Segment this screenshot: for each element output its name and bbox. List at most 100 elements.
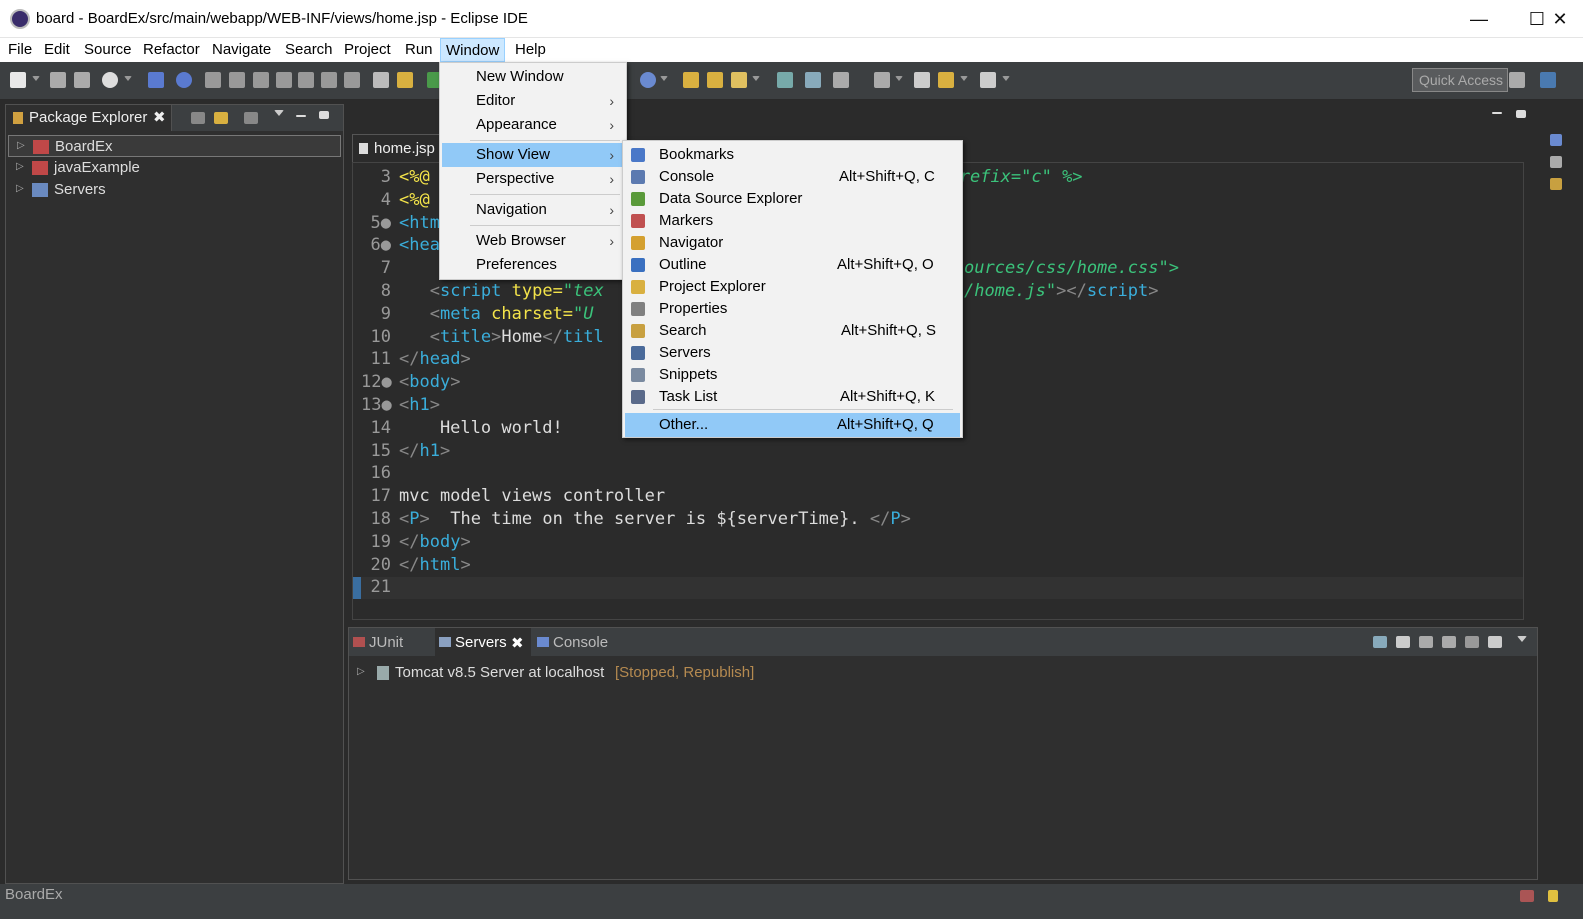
collapse-all-icon[interactable] [191,112,205,124]
tab-console[interactable]: Console [533,628,623,656]
expand-icon[interactable]: ▷ [16,161,24,172]
maximize-icon[interactable] [319,111,329,119]
use-step-filters-icon[interactable] [397,72,413,88]
focus-icon[interactable] [244,112,258,124]
search-icon[interactable] [731,72,747,88]
chevron-down-icon[interactable] [1002,76,1010,82]
menu-item-markers[interactable]: Markers [625,209,960,233]
menu-search[interactable]: Search [280,38,338,62]
show-whitespace-icon[interactable] [833,72,849,88]
menu-item-outline[interactable]: Outline Alt+Shift+Q, O [625,253,960,277]
build-icon[interactable] [148,72,164,88]
globe-icon[interactable] [640,72,656,88]
save-icon[interactable] [50,72,66,88]
debug-server-icon[interactable] [1373,636,1387,648]
save-all-icon[interactable] [74,72,90,88]
problems-icon[interactable] [1550,178,1562,190]
menu-item-properties[interactable]: Properties [625,297,960,321]
tip-icon[interactable] [1548,890,1558,902]
profile-server-icon[interactable] [1442,636,1456,648]
line-number[interactable]: 5● [361,213,391,233]
menu-item-data-source-explorer[interactable]: Data Source Explorer [625,187,960,211]
chevron-down-icon[interactable] [752,76,760,82]
menu-navigate[interactable]: Navigate [207,38,276,62]
new-icon[interactable] [10,72,26,88]
line-number[interactable]: 13● [361,395,392,415]
close-window-button[interactable]: ✕ [1537,0,1583,38]
drop-to-frame-icon[interactable] [373,72,389,88]
toggle-annotation-icon[interactable] [777,72,793,88]
menu-item-new-window[interactable]: New Window [442,65,624,89]
step-return-icon[interactable] [344,72,360,88]
task-list-icon[interactable] [1550,156,1562,168]
close-icon[interactable]: ✖ [153,108,166,126]
expand-icon[interactable]: ▷ [16,183,24,194]
step-over-icon[interactable] [321,72,337,88]
minimize-icon[interactable] [1492,112,1502,114]
menu-refactor[interactable]: Refactor [138,38,205,62]
menu-item-show-view[interactable]: Show View › [442,143,624,167]
disconnect-icon[interactable] [276,72,292,88]
menu-run[interactable]: Run [400,38,438,62]
chevron-down-icon[interactable] [960,76,968,82]
menu-edit[interactable]: Edit [39,38,75,62]
menu-item-editor[interactable]: Editor › [442,89,624,113]
maximize-icon[interactable] [1516,110,1526,118]
chevron-down-icon[interactable] [660,76,668,82]
outline-icon[interactable] [1550,134,1562,146]
open-type-icon[interactable] [683,72,699,88]
chevron-down-icon[interactable] [32,76,40,82]
next-annotation-icon[interactable] [874,72,890,88]
chevron-down-icon[interactable] [895,76,903,82]
menu-item-appearance[interactable]: Appearance › [442,113,624,137]
skip-breakpoints-icon[interactable] [176,72,192,88]
line-number[interactable]: 6● [361,235,391,255]
menu-item-servers[interactable]: Servers [625,341,960,365]
progress-icon[interactable] [1520,890,1534,902]
expand-icon[interactable]: ▷ [17,140,25,151]
menu-file[interactable]: File [3,38,37,62]
quick-access-input[interactable]: Quick Access [1412,68,1508,92]
view-menu-icon[interactable] [274,110,284,116]
minimize-button[interactable]: — [1450,0,1508,38]
tree-item-servers[interactable]: ▷ Servers [8,179,341,201]
tree-item-javaexample[interactable]: ▷ javaExample [8,157,341,179]
suspend-icon[interactable] [229,72,245,88]
tab-servers[interactable]: Servers ✖ [435,628,531,656]
last-edit-location-icon[interactable] [914,72,930,88]
stop-server-icon[interactable] [1465,636,1479,648]
tab-junit[interactable]: JUnit [349,628,431,656]
menu-help[interactable]: Help [510,38,551,62]
menu-item-project-explorer[interactable]: Project Explorer [625,275,960,299]
tab-home-jsp[interactable]: home.jsp [352,134,440,162]
line-number[interactable]: 12● [361,372,392,392]
menu-item-navigation[interactable]: Navigation › [442,198,624,222]
back-icon[interactable] [938,72,954,88]
expand-icon[interactable]: ▷ [357,666,365,677]
menu-item-console[interactable]: Console Alt+Shift+Q, C [625,165,960,189]
publish-icon[interactable] [1488,636,1502,648]
java-ee-perspective-icon[interactable] [1540,72,1556,88]
resume-icon[interactable] [205,72,221,88]
toggle-mark-icon[interactable] [805,72,821,88]
open-resource-icon[interactable] [707,72,723,88]
tree-item-boardex[interactable]: ▷ BoardEx [8,135,341,157]
view-menu-icon[interactable] [1517,636,1527,642]
menu-item-preferences[interactable]: Preferences [442,253,624,277]
start-server-icon[interactable] [1396,636,1410,648]
menu-item-navigator[interactable]: Navigator [625,231,960,255]
link-with-editor-icon[interactable] [214,112,228,124]
menu-window[interactable]: Window [440,38,506,62]
menu-item-bookmarks[interactable]: Bookmarks [625,143,960,167]
menu-item-snippets[interactable]: Snippets [625,363,960,387]
menu-item-perspective[interactable]: Perspective › [442,167,624,191]
close-icon[interactable]: ✖ [511,634,524,652]
run-server-icon[interactable] [1419,636,1433,648]
terminate-icon[interactable] [253,72,269,88]
tab-package-explorer[interactable]: Package Explorer ✖ [6,105,172,131]
menu-project[interactable]: Project [339,38,396,62]
menu-item-web-browser[interactable]: Web Browser › [442,229,624,253]
menu-item-search[interactable]: Search Alt+Shift+Q, S [625,319,960,343]
open-perspective-icon[interactable] [1509,72,1525,88]
profile-icon[interactable] [102,72,118,88]
